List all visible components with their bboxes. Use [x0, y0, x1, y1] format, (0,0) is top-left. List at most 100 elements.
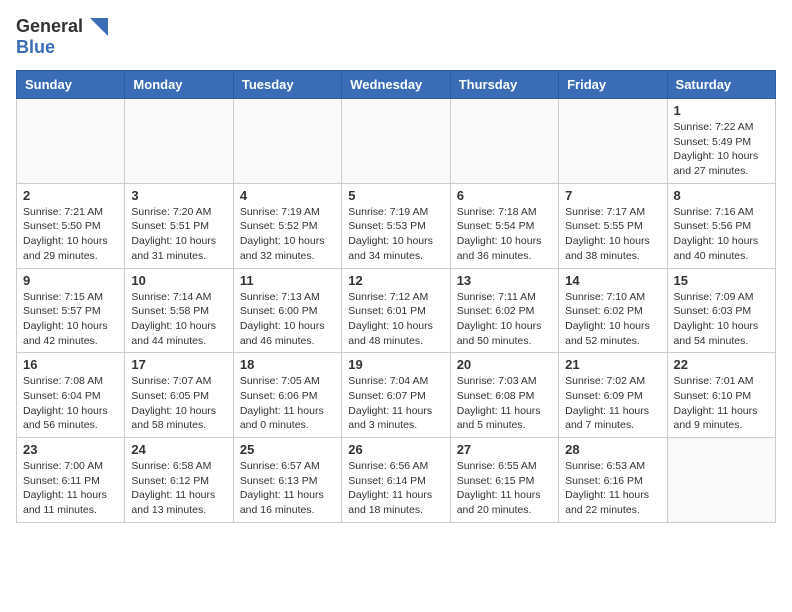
- calendar-cell: 13 Sunrise: 7:11 AM Sunset: 6:02 PM Dayli…: [450, 268, 558, 353]
- col-header-monday: Monday: [125, 71, 233, 99]
- calendar-cell: 19 Sunrise: 7:04 AM Sunset: 6:07 PM Dayli…: [342, 353, 450, 438]
- col-header-thursday: Thursday: [450, 71, 558, 99]
- calendar-header-row: SundayMondayTuesdayWednesdayThursdayFrid…: [17, 71, 776, 99]
- day-info: Sunrise: 7:14 AM Sunset: 5:58 PM Dayligh…: [131, 290, 226, 349]
- calendar-cell: 15Sunrise: 7:09 AM Sunset: 6:03 PM Dayli…: [667, 268, 775, 353]
- calendar-cell: [342, 99, 450, 184]
- calendar-week-row: 16 Sunrise: 7:08 AM Sunset: 6:04 PM Dayli…: [17, 353, 776, 438]
- calendar-cell: 3Sunrise: 7:20 AM Sunset: 5:51 PM Daylig…: [125, 183, 233, 268]
- day-info: Sunrise: 7:21 AM Sunset: 5:50 PM Dayligh…: [23, 205, 118, 264]
- day-number: 12: [348, 273, 443, 288]
- day-info: Sunrise: 7:03 AM Sunset: 6:08 PM Dayligh…: [457, 374, 552, 433]
- day-number: 28: [565, 442, 660, 457]
- day-info: Sunrise: 6:57 AM Sunset: 6:13 PM Dayligh…: [240, 459, 335, 518]
- day-info: Sunrise: 7:01 AM Sunset: 6:10 PM Dayligh…: [674, 374, 769, 433]
- logo-general: General: [16, 16, 83, 37]
- day-number: 2: [23, 188, 118, 203]
- day-info: Sunrise: 7:19 AM Sunset: 5:52 PM Dayligh…: [240, 205, 335, 264]
- calendar-week-row: 1 Sunrise: 7:22 AM Sunset: 5:49 PM Daylig…: [17, 99, 776, 184]
- logo: General Blue: [16, 16, 109, 58]
- col-header-sunday: Sunday: [17, 71, 125, 99]
- calendar-cell: 2 Sunrise: 7:21 AM Sunset: 5:50 PM Daylig…: [17, 183, 125, 268]
- day-info: Sunrise: 7:02 AM Sunset: 6:09 PM Dayligh…: [565, 374, 660, 433]
- calendar-cell: [233, 99, 341, 184]
- day-info: Sunrise: 7:09 AM Sunset: 6:03 PM Dayligh…: [674, 290, 769, 349]
- day-info: Sunrise: 7:18 AM Sunset: 5:54 PM Dayligh…: [457, 205, 552, 264]
- day-info: Sunrise: 7:00 AM Sunset: 6:11 PM Dayligh…: [23, 459, 118, 518]
- day-info: Sunrise: 7:19 AM Sunset: 5:53 PM Dayligh…: [348, 205, 443, 264]
- calendar-cell: 4 Sunrise: 7:19 AM Sunset: 5:52 PM Daylig…: [233, 183, 341, 268]
- calendar-cell: 27 Sunrise: 6:55 AM Sunset: 6:15 PM Dayli…: [450, 438, 558, 523]
- day-number: 18: [240, 357, 335, 372]
- calendar-cell: 17 Sunrise: 7:07 AM Sunset: 6:05 PM Dayli…: [125, 353, 233, 438]
- day-info: Sunrise: 7:22 AM Sunset: 5:49 PM Dayligh…: [674, 120, 769, 179]
- calendar-cell: 18 Sunrise: 7:05 AM Sunset: 6:06 PM Dayli…: [233, 353, 341, 438]
- calendar-cell: [125, 99, 233, 184]
- calendar-cell: 8 Sunrise: 7:16 AM Sunset: 5:56 PM Daylig…: [667, 183, 775, 268]
- calendar-cell: 7 Sunrise: 7:17 AM Sunset: 5:55 PM Daylig…: [559, 183, 667, 268]
- day-info: Sunrise: 7:10 AM Sunset: 6:02 PM Dayligh…: [565, 290, 660, 349]
- calendar-cell: 14 Sunrise: 7:10 AM Sunset: 6:02 PM Dayli…: [559, 268, 667, 353]
- day-number: 6: [457, 188, 552, 203]
- day-info: Sunrise: 7:05 AM Sunset: 6:06 PM Dayligh…: [240, 374, 335, 433]
- day-number: 13: [457, 273, 552, 288]
- calendar-cell: [450, 99, 558, 184]
- col-header-saturday: Saturday: [667, 71, 775, 99]
- day-number: 19: [348, 357, 443, 372]
- day-info: Sunrise: 6:58 AM Sunset: 6:12 PM Dayligh…: [131, 459, 226, 518]
- calendar-cell: 6 Sunrise: 7:18 AM Sunset: 5:54 PM Daylig…: [450, 183, 558, 268]
- day-info: Sunrise: 6:55 AM Sunset: 6:15 PM Dayligh…: [457, 459, 552, 518]
- calendar-cell: 5 Sunrise: 7:19 AM Sunset: 5:53 PM Daylig…: [342, 183, 450, 268]
- day-number: 11: [240, 273, 335, 288]
- calendar-cell: 11 Sunrise: 7:13 AM Sunset: 6:00 PM Dayli…: [233, 268, 341, 353]
- day-info: Sunrise: 6:53 AM Sunset: 6:16 PM Dayligh…: [565, 459, 660, 518]
- day-info: Sunrise: 7:08 AM Sunset: 6:04 PM Dayligh…: [23, 374, 118, 433]
- day-number: 8: [674, 188, 769, 203]
- col-header-wednesday: Wednesday: [342, 71, 450, 99]
- logo-icon: [84, 18, 108, 36]
- calendar-cell: [667, 438, 775, 523]
- day-number: 20: [457, 357, 552, 372]
- day-number: 1: [674, 103, 769, 118]
- day-number: 17: [131, 357, 226, 372]
- day-number: 26: [348, 442, 443, 457]
- day-info: Sunrise: 7:04 AM Sunset: 6:07 PM Dayligh…: [348, 374, 443, 433]
- calendar-cell: [559, 99, 667, 184]
- day-info: Sunrise: 7:12 AM Sunset: 6:01 PM Dayligh…: [348, 290, 443, 349]
- calendar-cell: 9 Sunrise: 7:15 AM Sunset: 5:57 PM Daylig…: [17, 268, 125, 353]
- day-number: 7: [565, 188, 660, 203]
- calendar-cell: 23 Sunrise: 7:00 AM Sunset: 6:11 PM Dayli…: [17, 438, 125, 523]
- calendar-cell: 22Sunrise: 7:01 AM Sunset: 6:10 PM Dayli…: [667, 353, 775, 438]
- day-info: Sunrise: 7:07 AM Sunset: 6:05 PM Dayligh…: [131, 374, 226, 433]
- day-info: Sunrise: 7:17 AM Sunset: 5:55 PM Dayligh…: [565, 205, 660, 264]
- calendar-cell: 10 Sunrise: 7:14 AM Sunset: 5:58 PM Dayli…: [125, 268, 233, 353]
- calendar-cell: 20 Sunrise: 7:03 AM Sunset: 6:08 PM Dayli…: [450, 353, 558, 438]
- calendar-cell: 25 Sunrise: 6:57 AM Sunset: 6:13 PM Dayli…: [233, 438, 341, 523]
- day-number: 16: [23, 357, 118, 372]
- calendar-week-row: 2 Sunrise: 7:21 AM Sunset: 5:50 PM Daylig…: [17, 183, 776, 268]
- calendar-table: SundayMondayTuesdayWednesdayThursdayFrid…: [16, 70, 776, 523]
- day-number: 14: [565, 273, 660, 288]
- day-info: Sunrise: 7:16 AM Sunset: 5:56 PM Dayligh…: [674, 205, 769, 264]
- col-header-friday: Friday: [559, 71, 667, 99]
- day-number: 25: [240, 442, 335, 457]
- day-number: 24: [131, 442, 226, 457]
- day-number: 10: [131, 273, 226, 288]
- calendar-cell: 24 Sunrise: 6:58 AM Sunset: 6:12 PM Dayli…: [125, 438, 233, 523]
- calendar-cell: 21 Sunrise: 7:02 AM Sunset: 6:09 PM Dayli…: [559, 353, 667, 438]
- day-number: 4: [240, 188, 335, 203]
- day-info: Sunrise: 7:15 AM Sunset: 5:57 PM Dayligh…: [23, 290, 118, 349]
- day-number: 27: [457, 442, 552, 457]
- day-number: 5: [348, 188, 443, 203]
- calendar-cell: [17, 99, 125, 184]
- day-number: 9: [23, 273, 118, 288]
- day-number: 23: [23, 442, 118, 457]
- col-header-tuesday: Tuesday: [233, 71, 341, 99]
- day-info: Sunrise: 7:13 AM Sunset: 6:00 PM Dayligh…: [240, 290, 335, 349]
- page-header: General Blue: [16, 16, 776, 58]
- day-number: 21: [565, 357, 660, 372]
- day-info: Sunrise: 7:11 AM Sunset: 6:02 PM Dayligh…: [457, 290, 552, 349]
- calendar-cell: 12 Sunrise: 7:12 AM Sunset: 6:01 PM Dayli…: [342, 268, 450, 353]
- day-number: 3: [131, 188, 226, 203]
- calendar-cell: 26Sunrise: 6:56 AM Sunset: 6:14 PM Dayli…: [342, 438, 450, 523]
